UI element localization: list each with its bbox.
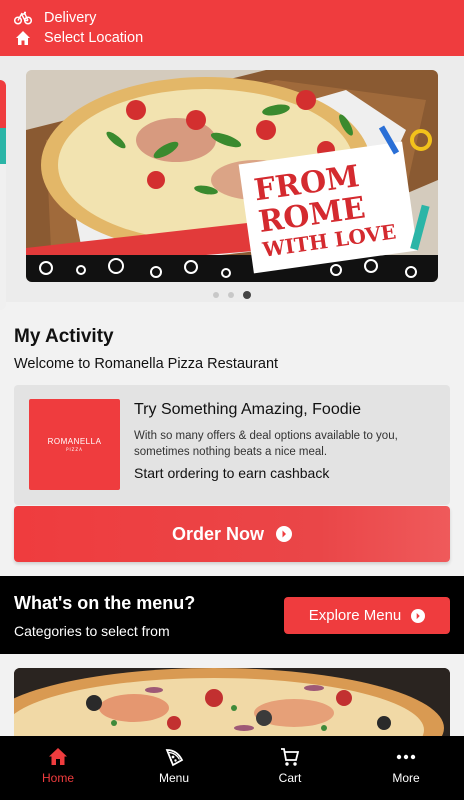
restaurant-logo: ROMANELLA PIZZA bbox=[29, 399, 120, 490]
carousel-indicator[interactable] bbox=[0, 291, 464, 299]
arrow-right-circle-icon bbox=[276, 526, 292, 542]
previous-slide-peek bbox=[0, 80, 6, 310]
card-description: With so many offers & deal options avail… bbox=[134, 430, 398, 458]
activity-card: ROMANELLA PIZZA Try Something Amazing, F… bbox=[14, 385, 450, 505]
cashback-cta: Start ordering to earn cashback bbox=[134, 465, 330, 481]
nav-home-label: Home bbox=[41, 771, 74, 785]
more-icon bbox=[395, 746, 417, 768]
bottom-navigation: Home Menu Cart More bbox=[0, 736, 464, 800]
explore-menu-button[interactable]: Explore Menu bbox=[284, 597, 450, 634]
location-selector[interactable]: Select Location bbox=[14, 28, 143, 48]
order-now-button[interactable]: Order Now bbox=[14, 506, 450, 562]
promo-carousel[interactable]: FROM ROME WITH LOVE bbox=[0, 56, 464, 310]
app-header: Delivery Select Location bbox=[0, 0, 464, 56]
pizza-icon bbox=[163, 746, 185, 768]
bicycle-icon bbox=[14, 9, 32, 27]
cart-icon bbox=[279, 746, 301, 768]
nav-more[interactable]: More bbox=[348, 736, 464, 800]
menu-section: What's on the menu? Categories to select… bbox=[0, 576, 464, 654]
home-icon bbox=[47, 746, 69, 768]
carousel-dot[interactable] bbox=[213, 292, 219, 298]
delivery-mode[interactable]: Delivery bbox=[14, 8, 96, 28]
logo-text: ROMANELLA bbox=[47, 437, 102, 446]
menu-section-title: What's on the menu? bbox=[14, 593, 196, 613]
nav-cart-label: Cart bbox=[278, 771, 302, 785]
nav-menu-label: Menu bbox=[158, 771, 190, 785]
order-now-label: Order Now bbox=[171, 523, 264, 544]
location-label: Select Location bbox=[44, 30, 144, 46]
carousel-dot-active[interactable] bbox=[243, 291, 251, 299]
nav-more-label: More bbox=[392, 771, 420, 785]
explore-menu-label: Explore Menu bbox=[308, 607, 402, 624]
pizza-category-image bbox=[14, 668, 450, 738]
card-title: Try Something Amazing, Foodie bbox=[134, 401, 362, 418]
activity-title: My Activity bbox=[14, 326, 114, 347]
arrow-right-circle-icon bbox=[411, 608, 426, 623]
category-card[interactable] bbox=[14, 668, 450, 738]
nav-cart[interactable]: Cart bbox=[232, 736, 348, 800]
welcome-text: Welcome to Romanella Pizza Restaurant bbox=[14, 356, 279, 372]
pizza-banner-image: FROM ROME WITH LOVE bbox=[26, 70, 438, 282]
carousel-dot[interactable] bbox=[228, 292, 234, 298]
nav-home[interactable]: Home bbox=[0, 736, 116, 800]
menu-section-subtitle: Categories to select from bbox=[14, 623, 170, 639]
home-icon bbox=[14, 29, 32, 47]
logo-subtext: PIZZA bbox=[66, 447, 83, 452]
delivery-label: Delivery bbox=[44, 10, 97, 26]
promo-banner[interactable]: FROM ROME WITH LOVE bbox=[26, 70, 438, 282]
nav-menu[interactable]: Menu bbox=[116, 736, 232, 800]
